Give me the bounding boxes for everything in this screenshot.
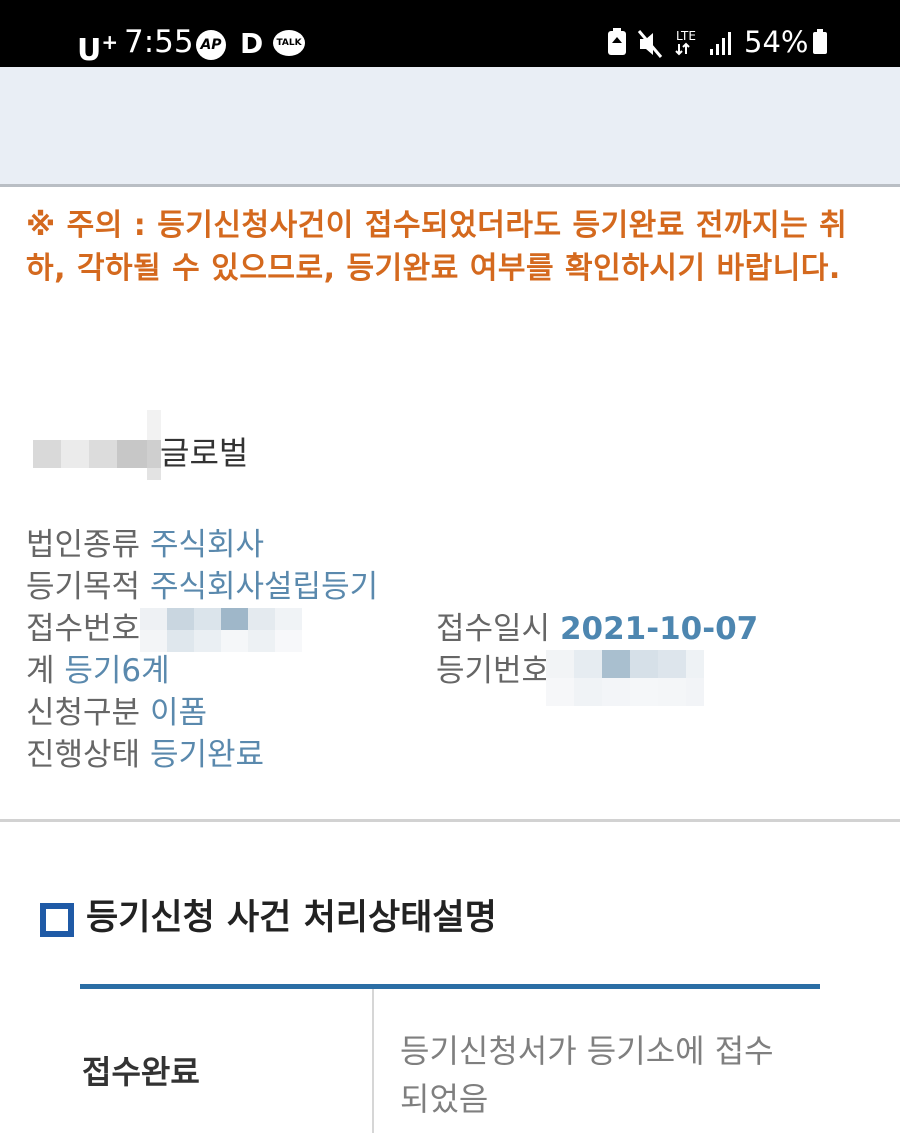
corp-type-row: 법인종류 주식회사	[26, 525, 264, 565]
corp-type-value: 주식회사	[149, 527, 265, 563]
redacted-registration-number	[546, 650, 704, 706]
mute-icon	[637, 30, 663, 58]
battery-icon	[813, 29, 827, 54]
team-label: 계	[26, 653, 55, 689]
table-column-divider	[372, 989, 374, 1133]
receipt-date-label: 접수일시	[436, 611, 551, 647]
application-type-label: 신청구분	[26, 695, 141, 731]
kakaotalk-icon: TALK	[273, 30, 305, 56]
registration-number-label: 등기번호	[436, 653, 551, 689]
redacted-receipt-number	[140, 608, 302, 652]
progress-status-label: 진행상태	[26, 737, 141, 773]
d-app-icon: D	[240, 27, 264, 60]
section-title: 등기신청 사건 처리상태설명	[86, 898, 497, 938]
application-type-value: 이폼	[149, 695, 207, 731]
receipt-number-row: 접수번호	[26, 609, 140, 649]
ap-app-icon: AP	[196, 30, 226, 60]
team-value: 등기6계	[64, 653, 170, 689]
progress-status-row: 진행상태 등기완료	[26, 735, 264, 775]
signal-icon	[710, 32, 731, 55]
application-type-row: 신청구분 이폼	[26, 693, 207, 733]
carrier-label: U+	[77, 30, 119, 68]
square-bullet-icon	[40, 903, 74, 937]
receipt-date-value: 2021-10-07	[559, 611, 759, 647]
battery-percent: 54%	[744, 25, 809, 59]
receipt-date-row: 접수일시 2021-10-07	[436, 609, 758, 649]
purpose-value: 주식회사설립등기	[149, 569, 379, 605]
clock: 7:55	[124, 24, 194, 60]
status-icons: LTE	[608, 28, 731, 58]
company-name: 글로벌	[160, 434, 249, 472]
progress-status-value: 등기완료	[149, 737, 265, 773]
redacted-company-prefix	[33, 410, 161, 480]
lte-icon: LTE	[676, 29, 696, 43]
receipt-number-label: 접수번호	[26, 611, 141, 647]
status-bar: U+ 7:55 AP D TALK LTE 54%	[0, 0, 900, 68]
purpose-row: 등기목적 주식회사설립등기	[26, 567, 378, 607]
notice-warning: ※ 주의 : 등기신청사건이 접수되었더라도 등기완료 전까지는 취하, 각하될…	[26, 208, 848, 286]
table-cell-description: 등기신청서가 등기소에 접수되었음	[400, 1032, 774, 1118]
header-band	[0, 67, 900, 187]
section-divider	[0, 819, 900, 822]
purpose-label: 등기목적	[26, 569, 141, 605]
table-top-border	[80, 984, 820, 989]
table-cell-status: 접수완료	[82, 1053, 200, 1091]
team-row: 계 등기6계	[26, 651, 170, 691]
corp-type-label: 법인종류	[26, 527, 141, 563]
registration-number-row: 등기번호	[436, 651, 550, 691]
